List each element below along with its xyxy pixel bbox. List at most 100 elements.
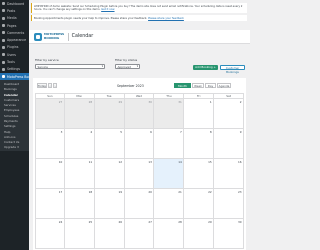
status-filter-select[interactable]: Approved ▾: [115, 64, 140, 69]
submenu-item-upgrade[interactable]: Upgrade ✦: [0, 145, 29, 150]
calendar-day[interactable]: 27: [124, 219, 155, 249]
tools-icon: [2, 60, 5, 64]
day-number: 5: [120, 130, 123, 134]
sidebar-item-motopress-booking[interactable]: MotoPress Booking: [0, 72, 29, 81]
calendar-day[interactable]: 6: [124, 129, 155, 159]
sidebar-item-pages[interactable]: Pages: [0, 22, 29, 29]
calendar-day[interactable]: 1: [184, 99, 215, 129]
pages-icon: [2, 24, 5, 28]
calendar-day-today[interactable]: 14: [154, 159, 185, 189]
calendar-day[interactable]: 28: [154, 219, 185, 249]
calendar-day[interactable]: 11: [64, 159, 95, 189]
calendar-day[interactable]: 28: [64, 99, 95, 129]
calendar-day[interactable]: 7: [154, 129, 185, 159]
calendar-panel: Today ‹ › September 2023 Month Week Day Age…: [33, 78, 246, 250]
calendar-day[interactable]: 25: [64, 219, 95, 249]
sidebar-item-appearance[interactable]: Appearance: [0, 36, 29, 43]
calendar-day[interactable]: 2: [214, 99, 244, 129]
notice-text: LIMITATION of demo website: Send our Sch…: [34, 4, 243, 11]
sidebar-item-users[interactable]: Users: [0, 51, 29, 58]
admin-sidebar: Dashboard Posts Media Pages Comments Appearan…: [0, 0, 29, 250]
calendar-day[interactable]: 19: [94, 189, 125, 219]
feedback-link[interactable]: Please share your feedback: [148, 17, 184, 20]
sidebar-item-tools[interactable]: Tools: [0, 58, 29, 65]
dashboard-icon: [2, 2, 5, 6]
calendar-grid: Sun Mon Tue Wed Thu Fri Sat 27 28 29 30 31 1 2 3 4 5 6 7 8…: [35, 93, 244, 249]
calendar-day[interactable]: 30: [214, 219, 244, 249]
customer-bookings-button[interactable]: Customer Bookings: [220, 65, 245, 74]
day-number: 20: [148, 190, 152, 194]
sidebar-item-label: Pages: [7, 23, 17, 28]
calendar-day[interactable]: 4: [64, 129, 95, 159]
add-booking-button[interactable]: Add Booking +: [193, 65, 218, 70]
calendar-icon: [2, 75, 5, 79]
page-title: Calendar: [71, 34, 94, 39]
calendar-day[interactable]: 21: [154, 189, 185, 219]
service-filter-label: Filter by service: [35, 58, 59, 62]
calendar-day[interactable]: 13: [124, 159, 155, 189]
appearance-icon: [2, 38, 5, 42]
day-number: 9: [239, 130, 242, 134]
calendar-day[interactable]: 18: [64, 189, 95, 219]
view-day-button[interactable]: Day: [205, 83, 216, 88]
view-month-button[interactable]: Month: [174, 83, 191, 88]
plugin-header: MOTOPRESS BOOKING Calendar: [29, 30, 250, 44]
calendar-day[interactable]: 8: [184, 129, 215, 159]
calendar-week-row: 24 25 26 27 28 29 30: [35, 219, 244, 249]
calendar-day[interactable]: 26: [94, 219, 125, 249]
day-number: 7: [180, 130, 182, 134]
calendar-day[interactable]: 29: [184, 219, 215, 249]
calendar-day[interactable]: 24: [35, 219, 65, 249]
calendar-day[interactable]: 30: [124, 99, 155, 129]
calendar-day[interactable]: 31: [154, 99, 185, 129]
today-button[interactable]: Today: [37, 83, 47, 88]
status-filter-label: Filter by status: [115, 58, 138, 62]
calendar-day[interactable]: 15: [184, 159, 215, 189]
day-number: 13: [148, 160, 152, 164]
sidebar-item-label: Comments: [7, 30, 25, 35]
chevron-down-icon: ▾: [136, 65, 138, 68]
sidebar-item-settings[interactable]: Settings: [0, 66, 29, 73]
sidebar-item-comments[interactable]: Comments: [0, 29, 29, 36]
calendar-day[interactable]: 17: [35, 189, 65, 219]
view-week-button[interactable]: Week: [192, 83, 204, 88]
calendar-week-row: 3 4 5 6 7 8 9: [35, 129, 244, 159]
day-number: 2: [239, 100, 242, 104]
next-month-button[interactable]: ›: [53, 83, 57, 88]
calendar-day[interactable]: 29: [94, 99, 125, 129]
calendar-day[interactable]: 9: [214, 129, 244, 159]
feedback-notice: Booking Appointments plugin needs your h…: [31, 15, 247, 21]
logo-text: MOTOPRESS BOOKING: [44, 32, 65, 40]
calendar-day[interactable]: 10: [35, 159, 65, 189]
sidebar-item-media[interactable]: Media: [0, 15, 29, 22]
calendar-week-row: 10 11 12 13 14 15 16: [35, 159, 244, 189]
sidebar-item-dashboard[interactable]: Dashboard: [0, 0, 29, 7]
sidebar-item-label: Posts: [7, 8, 16, 13]
notice-link[interactable]: Get it now: [101, 8, 114, 11]
chevron-down-icon: ▾: [101, 65, 103, 68]
sidebar-item-label: Media: [7, 16, 17, 21]
day-number: 18: [88, 190, 93, 194]
sidebar-item-plugins[interactable]: Plugins: [0, 44, 29, 51]
calendar-day[interactable]: 27: [35, 99, 65, 129]
sidebar-item-posts[interactable]: Posts: [0, 7, 29, 14]
day-number: 17: [58, 190, 63, 194]
calendar-day[interactable]: 23: [214, 189, 244, 219]
calendar-month-title: September 2023: [117, 83, 144, 88]
day-number: 30: [148, 100, 152, 104]
day-number: 21: [178, 190, 182, 194]
calendar-day[interactable]: 3: [35, 129, 65, 159]
day-number: 31: [178, 100, 182, 104]
demo-limitation-notice: LIMITATION of demo website: Send our Sch…: [31, 3, 247, 13]
calendar-day[interactable]: 20: [124, 189, 155, 219]
service-filter-select[interactable]: Service ▾: [35, 64, 105, 69]
prev-month-button[interactable]: ‹: [48, 83, 52, 88]
view-agenda-button[interactable]: Agenda: [217, 83, 231, 88]
calendar-day[interactable]: 5: [94, 129, 125, 159]
calendar-day[interactable]: 22: [184, 189, 215, 219]
day-number: 28: [88, 100, 93, 104]
sidebar-item-label: Users: [7, 52, 16, 57]
calendar-day[interactable]: 16: [214, 159, 244, 189]
calendar-day[interactable]: 12: [94, 159, 125, 189]
day-number: 19: [118, 190, 123, 194]
